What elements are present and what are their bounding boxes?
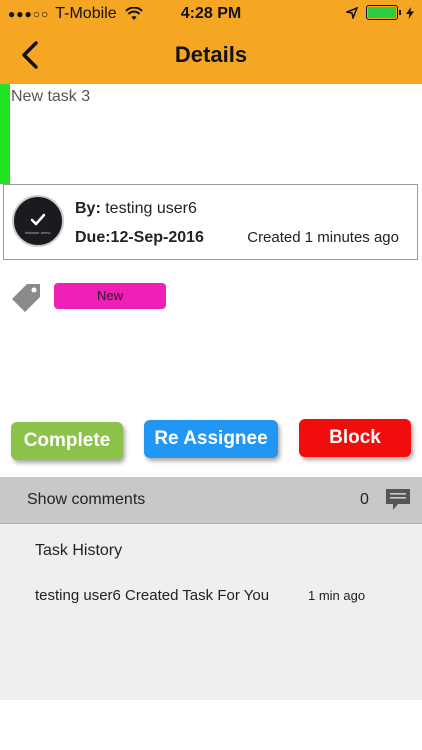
task-history-title: Task History (35, 542, 123, 559)
task-info-card: testuser demo By: testing user6 Due:12-S… (3, 184, 418, 260)
task-title: New task 3 (11, 88, 91, 105)
creator-name: testing user6 (105, 200, 197, 217)
history-item-text: testing user6 Created Task For You (35, 587, 270, 604)
complete-button[interactable]: Complete (11, 422, 123, 460)
avatar: testuser demo (12, 195, 64, 247)
block-button[interactable]: Block (299, 419, 411, 457)
task-history: Task History testing user6 Created Task … (0, 524, 422, 700)
status-badge[interactable]: New (54, 283, 166, 309)
task-description: New task 3 (0, 84, 422, 184)
due-date: Due:12-Sep-2016 (75, 229, 204, 246)
battery-icon (366, 5, 401, 20)
created-time: Created 1 minutes ago (247, 229, 399, 246)
reassign-button[interactable]: Re Assignee (144, 420, 278, 458)
created-by: By: testing user6 (75, 200, 197, 218)
priority-indicator (0, 84, 10, 184)
show-comments-bar[interactable]: Show comments 0 (0, 477, 422, 523)
check-icon (30, 213, 46, 226)
location-arrow-icon (346, 6, 358, 19)
avatar-caption: testuser demo (25, 230, 51, 235)
comments-count: 0 (360, 491, 369, 508)
status-bar: ●●●○○ T-Mobile 4:28 PM (0, 0, 422, 28)
comment-icon[interactable] (385, 488, 411, 512)
header-bar: ●●●○○ T-Mobile 4:28 PM Details (0, 0, 422, 84)
page-title: Details (174, 42, 248, 67)
by-prefix: By: (75, 200, 101, 217)
charging-bolt-icon (406, 6, 414, 19)
status-right (346, 5, 414, 20)
show-comments-label: Show comments (27, 491, 146, 508)
tag-icon (12, 284, 40, 312)
history-item-time: 1 min ago (308, 588, 366, 603)
